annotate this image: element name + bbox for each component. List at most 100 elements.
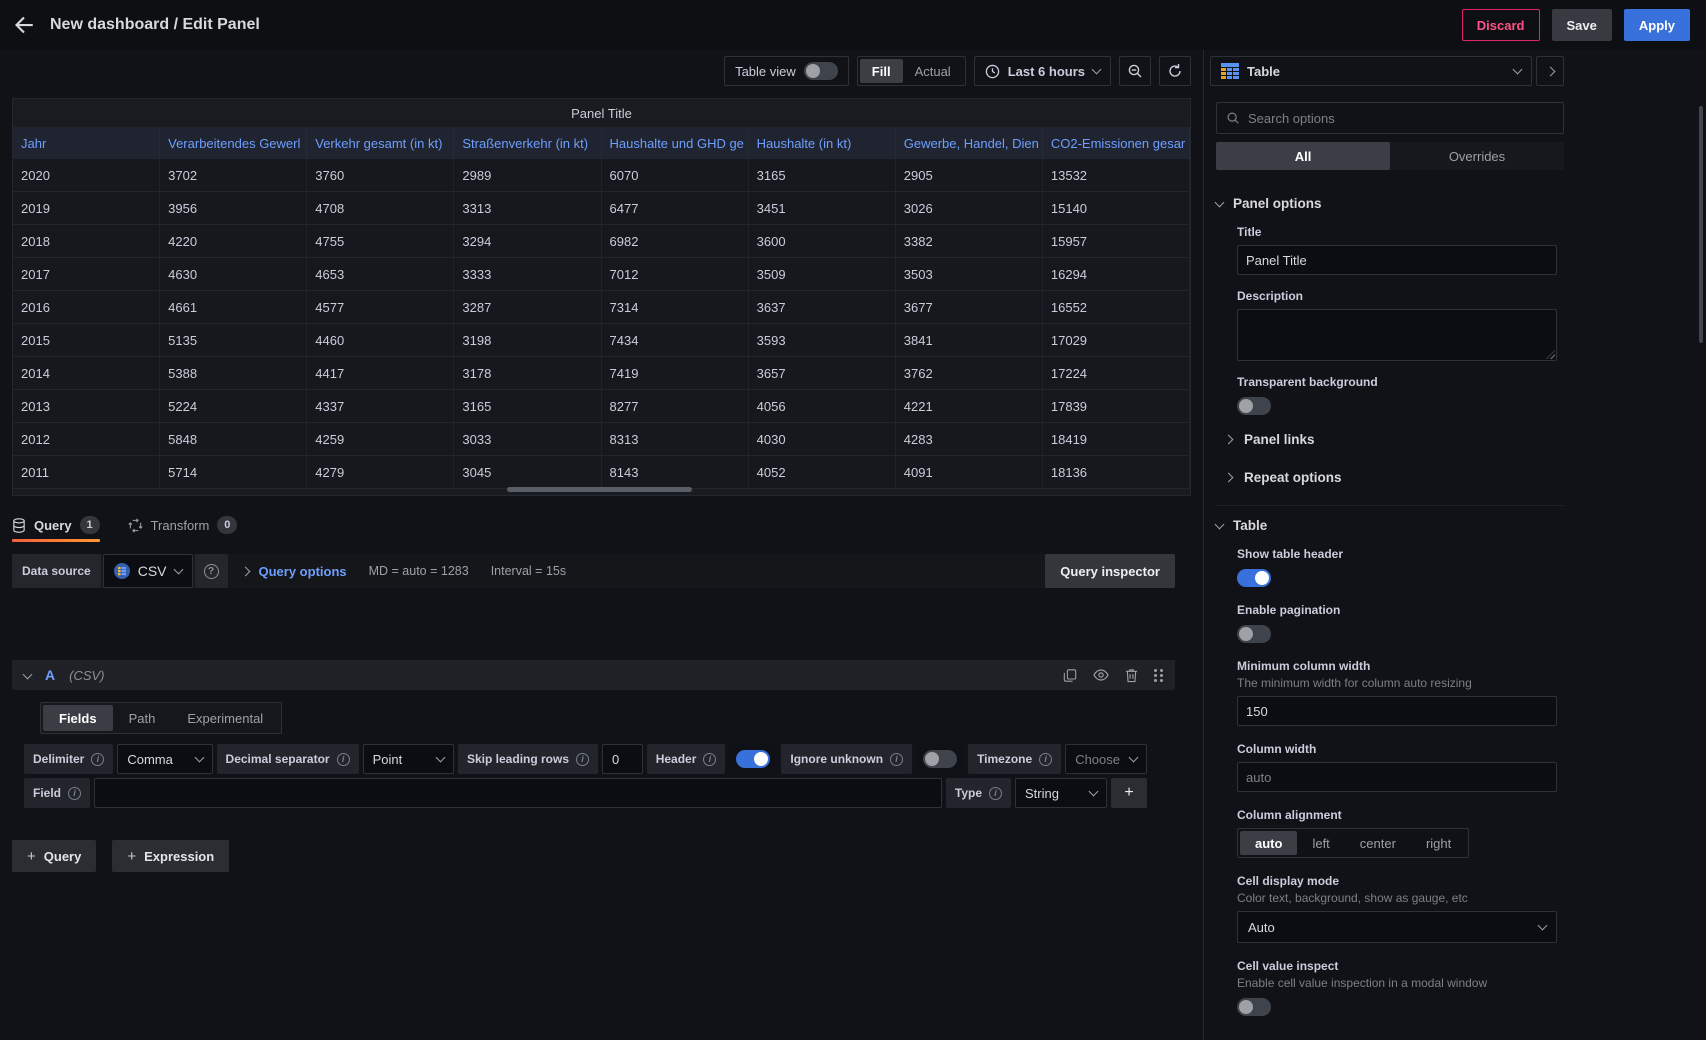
table-cell: 8143 — [602, 456, 749, 488]
table-cell: 2012 — [13, 423, 160, 455]
table-column-header[interactable]: Verarbeitendes Gewerl — [160, 127, 307, 159]
visualization-name: Table — [1247, 64, 1506, 79]
col-align-option-auto[interactable]: auto — [1240, 831, 1297, 855]
query-datasource-hint: (CSV) — [69, 668, 104, 683]
options-search[interactable] — [1216, 102, 1564, 134]
save-button[interactable]: Save — [1552, 9, 1612, 41]
show-table-header-toggle[interactable] — [1237, 569, 1271, 587]
min-column-width-input[interactable] — [1237, 696, 1557, 726]
col-align-option-center[interactable]: center — [1345, 831, 1411, 855]
table-cell: 17224 — [1043, 357, 1190, 389]
duplicate-query-icon[interactable] — [1063, 668, 1077, 683]
description-textarea[interactable] — [1237, 309, 1557, 361]
type-select[interactable]: String — [1015, 778, 1107, 808]
query-inspector-button[interactable]: Query inspector — [1045, 554, 1175, 588]
collapse-chevron-icon[interactable] — [23, 669, 33, 679]
time-range-picker[interactable]: Last 6 hours — [974, 56, 1111, 86]
table-cell: 3165 — [749, 159, 896, 191]
table-cell: 3509 — [749, 258, 896, 290]
table-cell: 3165 — [454, 390, 601, 422]
tab-query[interactable]: Query 1 — [12, 510, 100, 540]
table-column-header[interactable]: Jahr — [13, 127, 160, 159]
table-view-toggle[interactable] — [804, 62, 838, 80]
panel-title[interactable]: Panel Title — [13, 99, 1190, 127]
skip-leading-rows-input[interactable]: 0 — [602, 744, 643, 774]
refresh-button[interactable] — [1159, 56, 1191, 86]
query-editor-tabs: FieldsPathExperimental — [40, 702, 282, 734]
tab-all[interactable]: All — [1216, 142, 1390, 170]
toggle-pane-button[interactable] — [1536, 56, 1564, 86]
col-align-option-left[interactable]: left — [1297, 831, 1344, 855]
table-cell: 2989 — [454, 159, 601, 191]
table-cell: 2013 — [13, 390, 160, 422]
table-horizontal-scrollbar[interactable] — [507, 487, 692, 492]
table-column-header[interactable]: Verkehr gesamt (in kt) — [307, 127, 454, 159]
query-editor-tab-experimental[interactable]: Experimental — [171, 705, 279, 731]
table-cell: 3294 — [454, 225, 601, 257]
cell-display-mode-select[interactable]: Auto — [1237, 911, 1557, 943]
fill-option[interactable]: Fill — [860, 59, 903, 83]
timezone-select[interactable]: Choose — [1065, 744, 1147, 774]
search-icon — [1226, 111, 1240, 125]
datasource-picker[interactable]: CSV — [103, 554, 193, 588]
panel-title-input[interactable] — [1237, 245, 1557, 275]
ignore-unknown-toggle[interactable] — [923, 750, 957, 768]
column-width-input[interactable] — [1237, 762, 1557, 792]
table-column-header[interactable]: Haushalte (in kt) — [749, 127, 896, 159]
transform-count-badge: 0 — [217, 516, 237, 534]
table-header-row: JahrVerarbeitendes GewerlVerkehr gesamt … — [13, 127, 1190, 159]
transparent-background-label: Transparent background — [1237, 375, 1564, 389]
query-row-header[interactable]: A (CSV) — [12, 660, 1175, 690]
delimiter-select[interactable]: Comma — [117, 744, 212, 774]
header-toggle[interactable] — [736, 750, 770, 768]
table-cell: 16552 — [1043, 291, 1190, 323]
table-cell: 7314 — [602, 291, 749, 323]
table-cell: 4577 — [307, 291, 454, 323]
table-cell: 2016 — [13, 291, 160, 323]
drag-handle-icon[interactable] — [1154, 669, 1157, 672]
add-expression-button[interactable]: Expression — [112, 840, 229, 872]
zoom-out-button[interactable] — [1119, 56, 1151, 86]
sidebar-scrollbar[interactable] — [1699, 106, 1703, 343]
repeat-options-section[interactable]: Repeat options — [1216, 463, 1564, 491]
table-section-header[interactable]: Table — [1216, 518, 1564, 533]
tab-overrides[interactable]: Overrides — [1390, 142, 1564, 170]
decimal-separator-select[interactable]: Point — [363, 744, 454, 774]
back-arrow-icon[interactable] — [14, 15, 34, 35]
enable-pagination-toggle[interactable] — [1237, 625, 1271, 643]
transparent-background-toggle[interactable] — [1237, 397, 1271, 415]
query-options-link[interactable]: Query options — [259, 564, 347, 579]
visualization-select[interactable]: Table — [1210, 56, 1532, 86]
query-editor-tab-fields[interactable]: Fields — [43, 705, 113, 731]
table-cell: 4052 — [749, 456, 896, 488]
apply-button[interactable]: Apply — [1624, 9, 1690, 41]
field-label: Field — [24, 778, 90, 808]
table-cell: 4259 — [307, 423, 454, 455]
table-column-header[interactable]: CO2-Emissionen gesar — [1043, 127, 1190, 159]
panel-options-section-header[interactable]: Panel options — [1216, 196, 1564, 211]
options-search-input[interactable] — [1248, 111, 1554, 126]
table-column-header[interactable]: Straßenverkehr (in kt) — [454, 127, 601, 159]
query-editor-tab-path[interactable]: Path — [113, 705, 172, 731]
csv-datasource-icon — [114, 563, 130, 579]
table-cell: 13532 — [1043, 159, 1190, 191]
cell-value-inspect-toggle[interactable] — [1237, 998, 1271, 1016]
add-query-button[interactable]: Query — [12, 840, 96, 872]
tab-transform[interactable]: Transform 0 — [128, 510, 238, 540]
table-cell: 4221 — [896, 390, 1043, 422]
table-row: 201746304653333370123509350316294 — [13, 258, 1190, 291]
table-column-header[interactable]: Gewerbe, Handel, Dien — [896, 127, 1043, 159]
discard-button[interactable]: Discard — [1462, 9, 1540, 41]
delete-query-icon[interactable] — [1125, 668, 1138, 683]
table-row: 201939564708331364773451302615140 — [13, 192, 1190, 225]
field-input[interactable] — [94, 778, 942, 808]
table-cell: 17029 — [1043, 324, 1190, 356]
datasource-label: Data source — [12, 554, 101, 588]
hide-query-icon[interactable] — [1093, 668, 1109, 682]
col-align-option-right[interactable]: right — [1411, 831, 1466, 855]
table-column-header[interactable]: Haushalte und GHD ge — [602, 127, 749, 159]
actual-option[interactable]: Actual — [903, 59, 963, 83]
add-field-button[interactable] — [1111, 778, 1147, 808]
panel-links-section[interactable]: Panel links — [1216, 425, 1564, 453]
datasource-help-button[interactable] — [195, 554, 228, 588]
